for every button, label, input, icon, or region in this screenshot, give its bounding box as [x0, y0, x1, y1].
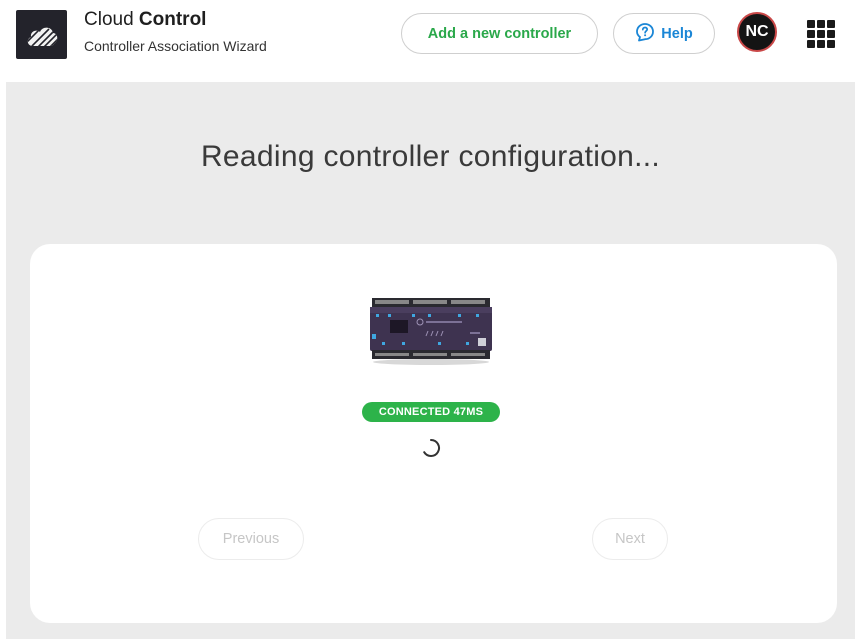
add-controller-button[interactable]: Add a new controller — [401, 13, 598, 54]
help-button[interactable]: Help — [613, 13, 715, 54]
connection-status-badge: CONNECTED 47MS — [362, 402, 500, 422]
loading-spinner-icon — [421, 438, 441, 458]
previous-button[interactable]: Previous — [198, 518, 304, 560]
app-title: Cloud Control — [84, 9, 206, 31]
user-avatar[interactable]: NC — [737, 12, 777, 52]
app-title-light: Cloud — [84, 9, 139, 30]
apps-grid-icon[interactable] — [807, 20, 835, 48]
wizard-main: Reading controller configuration... CONN… — [6, 82, 855, 639]
app-subtitle: Controller Association Wizard — [84, 38, 267, 54]
next-button[interactable]: Next — [592, 518, 668, 560]
controller-device-image — [368, 296, 494, 366]
app-title-bold: Control — [138, 9, 207, 30]
help-bubble-icon — [635, 22, 655, 46]
page-title: Reading controller configuration... — [200, 140, 661, 173]
help-label: Help — [661, 25, 693, 42]
app-header: Cloud Control Controller Association Wiz… — [0, 0, 855, 82]
wizard-card: CONNECTED 47MS Previous Next — [30, 244, 837, 623]
cloud-logo-icon[interactable] — [16, 10, 67, 59]
